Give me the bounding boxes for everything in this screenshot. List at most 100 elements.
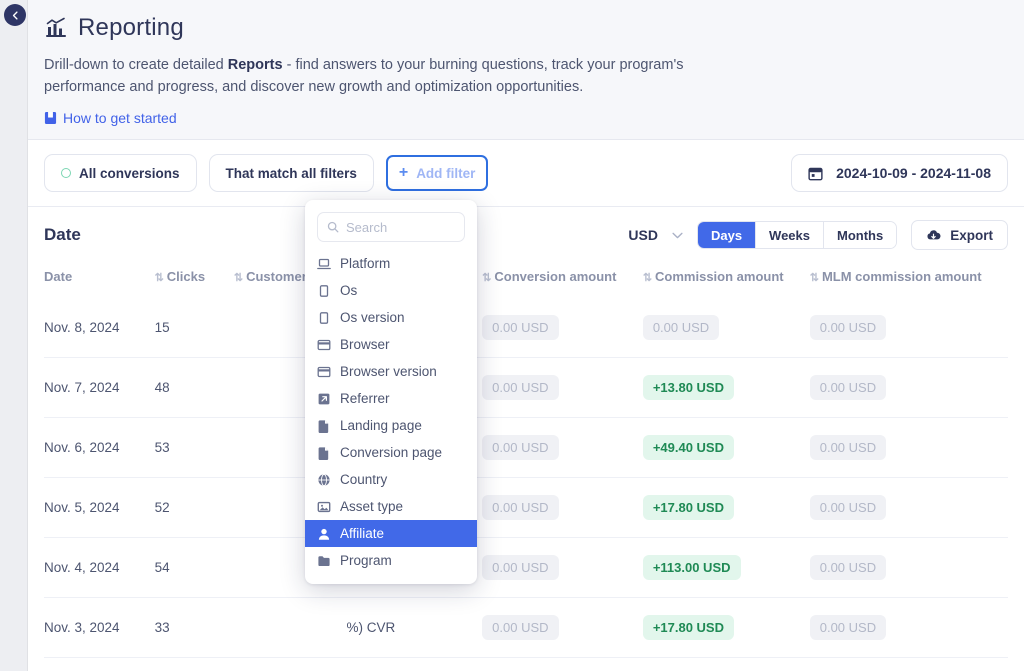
currency-selector[interactable]: USD xyxy=(628,227,683,243)
table-row[interactable]: Nov. 6, 202453%) CVR0.00 USD+49.40 USD0.… xyxy=(44,418,1008,478)
report-table: Date⇅Clicks⇅Customers⇅CVR⇅Conversion amo… xyxy=(44,263,1008,671)
amount-badge: 0.00 USD xyxy=(482,615,558,640)
cell-commission-amount: 0.00 USD xyxy=(643,298,810,358)
how-to-get-started-link[interactable]: How to get started xyxy=(44,110,177,126)
column-label: Conversion amount xyxy=(494,269,616,284)
table-body: Nov. 8, 202415%) CVR0.00 USD0.00 USD0.00… xyxy=(44,298,1008,671)
period-segmented-control[interactable]: DaysWeeksMonths xyxy=(697,221,897,249)
cell-date: Nov. 2, 2024 xyxy=(44,658,155,671)
column-header-clicks[interactable]: ⇅Clicks xyxy=(155,263,234,298)
column-label: MLM commission amount xyxy=(822,269,982,284)
column-header-date: Date xyxy=(44,263,155,298)
cell-conversion-amount: 0.00 USD xyxy=(482,418,643,478)
globe-icon xyxy=(317,473,331,487)
table-row[interactable]: Nov. 7, 202448%) CVR0.00 USD+13.80 USD0.… xyxy=(44,358,1008,418)
filter-option-referrer[interactable]: Referrer xyxy=(305,385,477,412)
column-header-commission-amount[interactable]: ⇅Commission amount xyxy=(643,263,810,298)
filter-option-affiliate[interactable]: Affiliate xyxy=(305,520,477,547)
sort-icon: ⇅ xyxy=(482,272,491,284)
filter-option-landing-page[interactable]: Landing page xyxy=(305,412,477,439)
column-header-conversion-amount[interactable]: ⇅Conversion amount xyxy=(482,263,643,298)
cell-conversion-amount: 0.00 USD xyxy=(482,658,643,671)
date-range-label: 2024-10-09 - 2024-11-08 xyxy=(836,165,991,181)
filter-option-label: Browser version xyxy=(340,364,437,379)
desc-bold: Reports xyxy=(228,57,283,73)
filter-option-label: Landing page xyxy=(340,418,422,433)
cell-commission-amount: +13.80 USD xyxy=(643,358,810,418)
cell-conversion-amount: 0.00 USD xyxy=(482,538,643,598)
all-conversions-button[interactable]: All conversions xyxy=(44,154,197,192)
cell-commission-amount: +17.80 USD xyxy=(643,598,810,658)
filter-option-label: Referrer xyxy=(340,391,390,406)
filter-option-program[interactable]: Program xyxy=(305,547,477,574)
cell-date: Nov. 3, 2024 xyxy=(44,598,155,658)
column-label: Clicks xyxy=(167,269,205,284)
sort-icon: ⇅ xyxy=(155,272,164,284)
table-row[interactable]: Nov. 4, 202454%) CVR0.00 USD+113.00 USD0… xyxy=(44,538,1008,598)
filter-option-os-version[interactable]: Os version xyxy=(305,304,477,331)
folder-icon xyxy=(317,554,331,568)
browser-window-icon xyxy=(317,365,331,379)
filter-option-asset-type[interactable]: Asset type xyxy=(305,493,477,520)
cell-commission-amount: +17.80 USD xyxy=(643,658,810,671)
table-row[interactable]: Nov. 2, 202439%) CVR0.00 USD+17.80 USD0.… xyxy=(44,658,1008,671)
export-button[interactable]: Export xyxy=(911,220,1008,250)
filter-option-label: Affiliate xyxy=(340,526,384,541)
laptop-icon xyxy=(317,257,331,271)
match-all-filters-button[interactable]: That match all filters xyxy=(209,154,374,192)
sort-icon: ⇅ xyxy=(810,272,819,284)
cell-mlm-commission-amount: 0.00 USD xyxy=(810,358,1008,418)
dropdown-search-wrap xyxy=(305,212,477,250)
cell-clicks: 52 xyxy=(155,478,234,538)
table-head: Date⇅Clicks⇅Customers⇅CVR⇅Conversion amo… xyxy=(44,263,1008,298)
filter-option-os[interactable]: Os xyxy=(305,277,477,304)
page-card: Reporting Drill-down to create detailed … xyxy=(28,0,1024,671)
filter-option-browser-version[interactable]: Browser version xyxy=(305,358,477,385)
date-range-picker[interactable]: 2024-10-09 - 2024-11-08 xyxy=(791,154,1008,192)
amount-badge: 0.00 USD xyxy=(482,315,558,340)
filter-option-label: Os xyxy=(340,283,357,298)
table-row[interactable]: Nov. 5, 202452%) CVR0.00 USD+17.80 USD0.… xyxy=(44,478,1008,538)
filter-option-label: Asset type xyxy=(340,499,403,514)
filter-option-label: Country xyxy=(340,472,387,487)
table-row[interactable]: Nov. 8, 202415%) CVR0.00 USD0.00 USD0.00… xyxy=(44,298,1008,358)
filter-option-country[interactable]: Country xyxy=(305,466,477,493)
amount-badge: 0.00 USD xyxy=(810,315,886,340)
all-conversions-label: All conversions xyxy=(79,166,180,181)
back-button[interactable] xyxy=(4,4,26,26)
conversions-status-icon xyxy=(61,168,71,178)
cell-date: Nov. 7, 2024 xyxy=(44,358,155,418)
cell-mlm-commission-amount: 0.00 USD xyxy=(810,298,1008,358)
cell-mlm-commission-amount: 0.00 USD xyxy=(810,658,1008,671)
amount-badge: +17.80 USD xyxy=(643,615,734,640)
column-header-mlm-commission-amount[interactable]: ⇅MLM commission amount xyxy=(810,263,1008,298)
add-filter-label: Add filter xyxy=(416,166,475,181)
cell-cvr: %) CVR xyxy=(347,658,483,671)
cell-mlm-commission-amount: 0.00 USD xyxy=(810,418,1008,478)
book-icon xyxy=(44,111,57,125)
filter-option-label: Conversion page xyxy=(340,445,442,460)
table-row[interactable]: Nov. 3, 202433%) CVR0.00 USD+17.80 USD0.… xyxy=(44,598,1008,658)
search-input[interactable] xyxy=(346,220,455,235)
period-option-weeks[interactable]: Weeks xyxy=(756,222,824,248)
filter-option-browser[interactable]: Browser xyxy=(305,331,477,358)
filter-option-platform[interactable]: Platform xyxy=(305,250,477,277)
period-option-months[interactable]: Months xyxy=(824,222,896,248)
left-rail xyxy=(0,0,28,671)
period-option-days[interactable]: Days xyxy=(698,222,756,248)
column-label: Date xyxy=(44,269,72,284)
filter-option-conversion-page[interactable]: Conversion page xyxy=(305,439,477,466)
dropdown-search[interactable] xyxy=(317,212,465,242)
amount-badge: +113.00 USD xyxy=(643,555,741,580)
cell-commission-amount: +113.00 USD xyxy=(643,538,810,598)
add-filter-button[interactable]: + Add filter xyxy=(386,155,489,191)
cell-commission-amount: +17.80 USD xyxy=(643,478,810,538)
section-controls: USD DaysWeeksMonths Export xyxy=(628,220,1008,250)
app-root: Reporting Drill-down to create detailed … xyxy=(0,0,1024,671)
calendar-icon xyxy=(808,166,823,181)
plus-icon: + xyxy=(399,165,408,181)
cell-conversion-amount: 0.00 USD xyxy=(482,358,643,418)
cell-clicks: 15 xyxy=(155,298,234,358)
bar-chart-icon xyxy=(44,16,68,40)
cell-cvr: %) CVR xyxy=(347,598,483,658)
